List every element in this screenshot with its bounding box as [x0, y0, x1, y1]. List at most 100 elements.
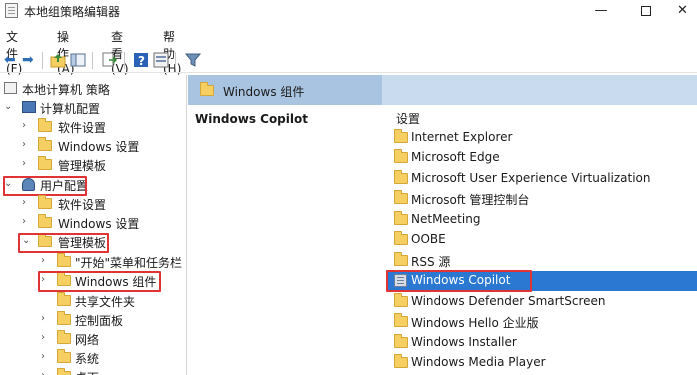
- list-item[interactable]: Windows Hello 企业版: [388, 312, 697, 332]
- highlight-box: [38, 271, 161, 292]
- policy-document-icon: [4, 82, 17, 94]
- tree-item-computer-admin-templates[interactable]: › 管理模板: [22, 156, 182, 174]
- tree-item-label: 控制面板: [75, 314, 124, 328]
- folder-icon: [394, 334, 408, 348]
- toolbar-separator: [124, 52, 125, 69]
- folder-icon: [38, 137, 52, 151]
- list-item[interactable]: NetMeeting: [388, 210, 697, 230]
- list-item[interactable]: Microsoft Edge: [388, 148, 697, 168]
- list-item[interactable]: RSS 源: [388, 251, 697, 271]
- toolbar-separator: [175, 52, 176, 69]
- tree-item-label: 本地计算机 策略: [22, 83, 110, 97]
- filter-icon[interactable]: [184, 52, 202, 68]
- tree-item-label: 桌面: [75, 369, 99, 375]
- chevron-right-icon[interactable]: ›: [22, 120, 32, 131]
- folder-icon: [38, 156, 52, 170]
- list-item-label: RSS 源: [411, 255, 451, 269]
- folder-icon: [394, 129, 408, 143]
- details-title: Windows 组件: [223, 85, 305, 99]
- list-item-label: NetMeeting: [411, 212, 481, 226]
- list-item-label: Windows Defender SmartScreen: [411, 294, 606, 308]
- tree-item-network[interactable]: › 网络: [41, 330, 186, 348]
- help-icon[interactable]: ?: [133, 52, 149, 68]
- folder-icon: [394, 354, 408, 368]
- folder-icon: [200, 82, 214, 96]
- tree-item-system[interactable]: › 系统: [41, 349, 186, 367]
- folder-icon: [394, 170, 408, 184]
- folder-icon: [38, 118, 52, 132]
- list-item-label: Windows Media Player: [411, 355, 546, 369]
- up-folder-icon[interactable]: [50, 52, 66, 68]
- window-title: 本地组策略编辑器: [24, 5, 121, 19]
- chevron-right-icon[interactable]: ›: [41, 313, 51, 324]
- tree-item-computer-windows-settings[interactable]: › Windows 设置: [22, 137, 182, 155]
- folder-icon: [394, 149, 408, 163]
- chevron-right-icon[interactable]: ›: [22, 158, 32, 169]
- tree-item-start-menu-taskbar[interactable]: › "开始"菜单和任务栏: [41, 253, 186, 271]
- chevron-right-icon[interactable]: ›: [22, 197, 32, 208]
- close-button[interactable]: ✕: [668, 0, 697, 22]
- toolbar-separator: [92, 52, 93, 69]
- list-item[interactable]: Microsoft User Experience Virtualization: [388, 169, 697, 189]
- list-item[interactable]: Windows Media Player: [388, 353, 697, 373]
- forward-arrow-icon[interactable]: ➡: [22, 52, 38, 68]
- title-bar: 本地组策略编辑器 — ✕: [0, 0, 697, 22]
- folder-icon: [57, 349, 71, 363]
- chevron-right-icon[interactable]: ›: [41, 332, 51, 343]
- folder-icon: [57, 368, 71, 375]
- tree-item-control-panel[interactable]: › 控制面板: [41, 311, 186, 329]
- chevron-right-icon[interactable]: ›: [22, 216, 32, 227]
- highlight-box: [3, 176, 87, 196]
- folder-icon: [394, 211, 408, 225]
- list-item[interactable]: Internet Explorer: [388, 128, 697, 148]
- list-item-label: Microsoft Edge: [411, 150, 500, 164]
- tree-item-label: 软件设置: [58, 121, 107, 135]
- chevron-right-icon[interactable]: ›: [22, 139, 32, 150]
- highlight-box: [386, 270, 532, 292]
- minimize-button[interactable]: —: [578, 0, 624, 22]
- show-hide-tree-icon[interactable]: [70, 52, 86, 68]
- tree-item-local-computer-policy[interactable]: 本地计算机 策略: [4, 80, 184, 98]
- tree-item-label: 系统: [75, 352, 100, 366]
- back-arrow-icon[interactable]: ⬅: [4, 52, 20, 68]
- tree-item-label: 网络: [75, 333, 100, 347]
- list-item[interactable]: Windows Installer: [388, 333, 697, 353]
- list-item-label: Internet Explorer: [411, 130, 513, 144]
- tree-item-label: 计算机配置: [40, 102, 101, 116]
- properties-icon[interactable]: [153, 52, 169, 68]
- list-item[interactable]: Microsoft 管理控制台: [388, 189, 697, 209]
- folder-icon: [57, 330, 71, 344]
- description-title: Windows Copilot: [195, 112, 308, 126]
- tree-item-computer-software-settings[interactable]: › 软件设置: [22, 118, 182, 136]
- chevron-right-icon[interactable]: ›: [41, 351, 51, 362]
- folder-icon: [394, 231, 408, 245]
- toolbar: ⬅ ➡ ?: [0, 49, 697, 73]
- chevron-right-icon[interactable]: ›: [41, 255, 51, 266]
- tree-item-label: 软件设置: [58, 198, 107, 212]
- chevron-right-icon[interactable]: ›: [41, 370, 51, 375]
- list-item-label: Microsoft 管理控制台: [411, 193, 530, 207]
- folder-icon: [38, 195, 52, 209]
- export-list-icon[interactable]: [101, 52, 118, 68]
- maximize-button[interactable]: [623, 0, 669, 22]
- list-item[interactable]: Windows Defender SmartScreen: [388, 292, 697, 312]
- tree-item-label: "开始"菜单和任务栏: [75, 256, 183, 270]
- tree-item-shared-folders[interactable]: 共享文件夹: [41, 292, 186, 310]
- folder-icon: [57, 292, 71, 306]
- column-header-settings[interactable]: 设置: [396, 110, 420, 127]
- tree-item-label: Windows 设置: [58, 140, 140, 154]
- toolbar-separator: [42, 52, 43, 69]
- list-item-label: Windows Hello 企业版: [411, 316, 539, 330]
- list-item[interactable]: OOBE: [388, 230, 697, 250]
- chevron-down-icon[interactable]: ⌄: [4, 101, 14, 112]
- folder-icon: [57, 311, 71, 325]
- tree-item-computer-config[interactable]: ⌄ 计算机配置: [4, 99, 184, 117]
- svg-text:?: ?: [138, 54, 145, 68]
- highlight-box: [18, 233, 109, 253]
- tree-item-user-windows-settings[interactable]: › Windows 设置: [22, 214, 182, 232]
- tree-item-desktop[interactable]: › 桌面: [41, 368, 186, 375]
- folder-icon: [394, 293, 408, 307]
- list-item-label: OOBE: [411, 232, 446, 246]
- folder-icon: [394, 252, 408, 266]
- tree-item-user-software-settings[interactable]: › 软件设置: [22, 195, 182, 213]
